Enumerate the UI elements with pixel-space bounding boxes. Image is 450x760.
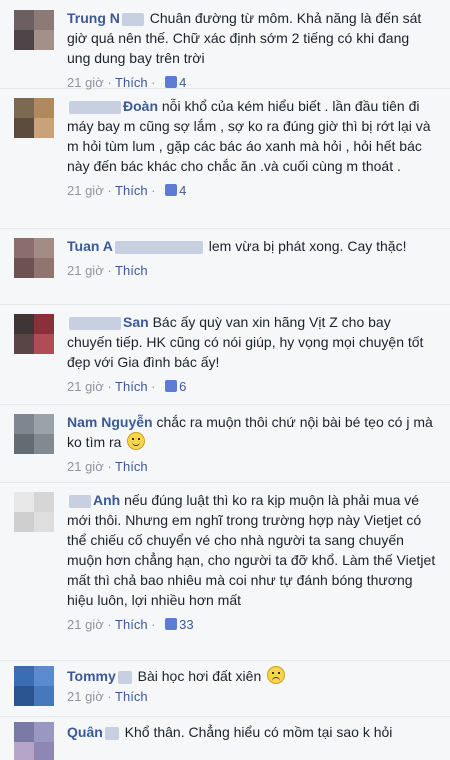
like-link[interactable]: Thích — [115, 263, 148, 278]
comment-text: lem vừa bị phát xong. Cay thặc! — [208, 238, 407, 254]
comment-item: San Bác ấy quỳ van xin hãng Vịt Z cho ba… — [0, 304, 450, 405]
comment-meta: 21 giờ · Thích — [67, 263, 148, 278]
comment-item: Trung N Chuân đường từ môm. Khả năng là … — [0, 0, 450, 92]
comment-author[interactable]: Đoàn — [123, 98, 158, 114]
frown-emoji-icon — [267, 666, 286, 684]
redaction — [69, 316, 121, 330]
comment-item: Đoàn nỗi khổ của kém hiểu biết . lần đầu… — [0, 88, 450, 229]
redaction — [104, 726, 119, 740]
comment-time[interactable]: 21 giờ — [67, 689, 104, 704]
avatar[interactable] — [14, 666, 54, 706]
comment-time[interactable]: 21 giờ — [67, 617, 104, 632]
comment-body: Anh nếu đúng luật thì ko ra kịp muộn là … — [67, 490, 436, 634]
comment-author[interactable]: Quân — [67, 724, 103, 740]
comment-body: Tuan A lem vừa bị phát xong. Cay thặc! 2… — [67, 236, 436, 280]
redaction — [117, 670, 132, 684]
avatar[interactable] — [14, 492, 54, 532]
like-link[interactable]: Thích — [115, 459, 148, 474]
comment-feed: Trung N Chuân đường từ môm. Khả năng là … — [0, 0, 450, 760]
comment-meta: 21 giờ · Thích · 6 — [67, 379, 187, 394]
comment-meta: 21 giờ · Thích · 4 — [67, 183, 187, 198]
thumbs-up-icon — [165, 184, 178, 196]
like-count-value: 33 — [179, 617, 194, 632]
like-link[interactable]: Thích — [115, 689, 148, 704]
like-link[interactable]: Thích — [115, 183, 148, 198]
smile-emoji-icon — [127, 432, 146, 450]
comment-author[interactable]: Trung N — [67, 10, 120, 26]
comment-item: Nam Nguyễn chắc ra muộn thôi chứ nội bài… — [0, 404, 450, 483]
avatar[interactable] — [14, 98, 54, 138]
comment-body: Nam Nguyễn chắc ra muộn thôi chứ nội bài… — [67, 412, 436, 476]
comment-author[interactable]: Tuan A — [67, 238, 113, 254]
comment-meta: 21 giờ · Thích — [67, 459, 148, 474]
comment-meta: 21 giờ · Thích · 33 — [67, 617, 194, 632]
like-count-value: 4 — [179, 183, 187, 198]
comment-time[interactable]: 21 giờ — [67, 183, 104, 198]
comment-text: nỗi khổ của kém hiểu biết . lần đầu tiên… — [67, 98, 431, 174]
comment-item: Quân Khổ thân. Chẳng hiểu có mồm tại sao… — [0, 716, 450, 760]
like-link[interactable]: Thích — [115, 617, 148, 632]
like-count-value: 6 — [179, 379, 187, 394]
comment-text: Bài học hơi đất xiên — [137, 668, 262, 684]
redaction — [114, 240, 203, 254]
avatar[interactable] — [14, 414, 54, 454]
like-count[interactable]: 33 — [165, 617, 194, 632]
avatar[interactable] — [14, 722, 54, 760]
comment-body: Tommy Bài học hơi đất xiên 21 giờ · Thíc… — [67, 666, 436, 706]
comment-item: Tuan A lem vừa bị phát xong. Cay thặc! 2… — [0, 228, 450, 305]
comment-time[interactable]: 21 giờ — [67, 263, 104, 278]
avatar[interactable] — [14, 10, 54, 50]
like-count[interactable]: 4 — [165, 183, 186, 198]
thumbs-up-icon — [165, 380, 178, 392]
comment-author[interactable]: Anh — [93, 492, 120, 508]
comment-body: Trung N Chuân đường từ môm. Khả năng là … — [67, 8, 436, 92]
comment-meta: 21 giờ · Thích — [67, 689, 148, 704]
comment-text: nếu đúng luật thì ko ra kịp muộn là phải… — [67, 492, 436, 608]
comment-text: Khổ thân. Chẳng hiểu có mồm tại sao k hỏ… — [124, 724, 393, 740]
comment-time[interactable]: 21 giờ — [67, 459, 104, 474]
comment-body: San Bác ấy quỳ van xin hãng Vịt Z cho ba… — [67, 312, 436, 396]
comment-item: Tommy Bài học hơi đất xiên 21 giờ · Thíc… — [0, 660, 450, 717]
comment-body: Đoàn nỗi khổ của kém hiểu biết . lần đầu… — [67, 96, 436, 200]
comment-author[interactable]: Tommy — [67, 668, 116, 684]
like-count[interactable]: 6 — [165, 379, 186, 394]
avatar[interactable] — [14, 238, 54, 278]
redaction — [69, 494, 91, 508]
like-link[interactable]: Thích — [115, 379, 148, 394]
comment-time[interactable]: 21 giờ — [67, 379, 104, 394]
comment-text: Chuân đường từ môm. Khả năng là đến sát … — [67, 10, 422, 66]
avatar[interactable] — [14, 314, 54, 354]
comment-author[interactable]: Nam Nguyễn — [67, 414, 153, 430]
comment-body: Quân Khổ thân. Chẳng hiểu có mồm tại sao… — [67, 722, 436, 742]
thumbs-up-icon — [165, 618, 178, 630]
redaction — [121, 12, 144, 26]
redaction — [69, 100, 121, 114]
comment-item: Anh nếu đúng luật thì ko ra kịp muộn là … — [0, 482, 450, 661]
comment-author[interactable]: San — [123, 314, 149, 330]
thumbs-up-icon — [165, 76, 178, 88]
